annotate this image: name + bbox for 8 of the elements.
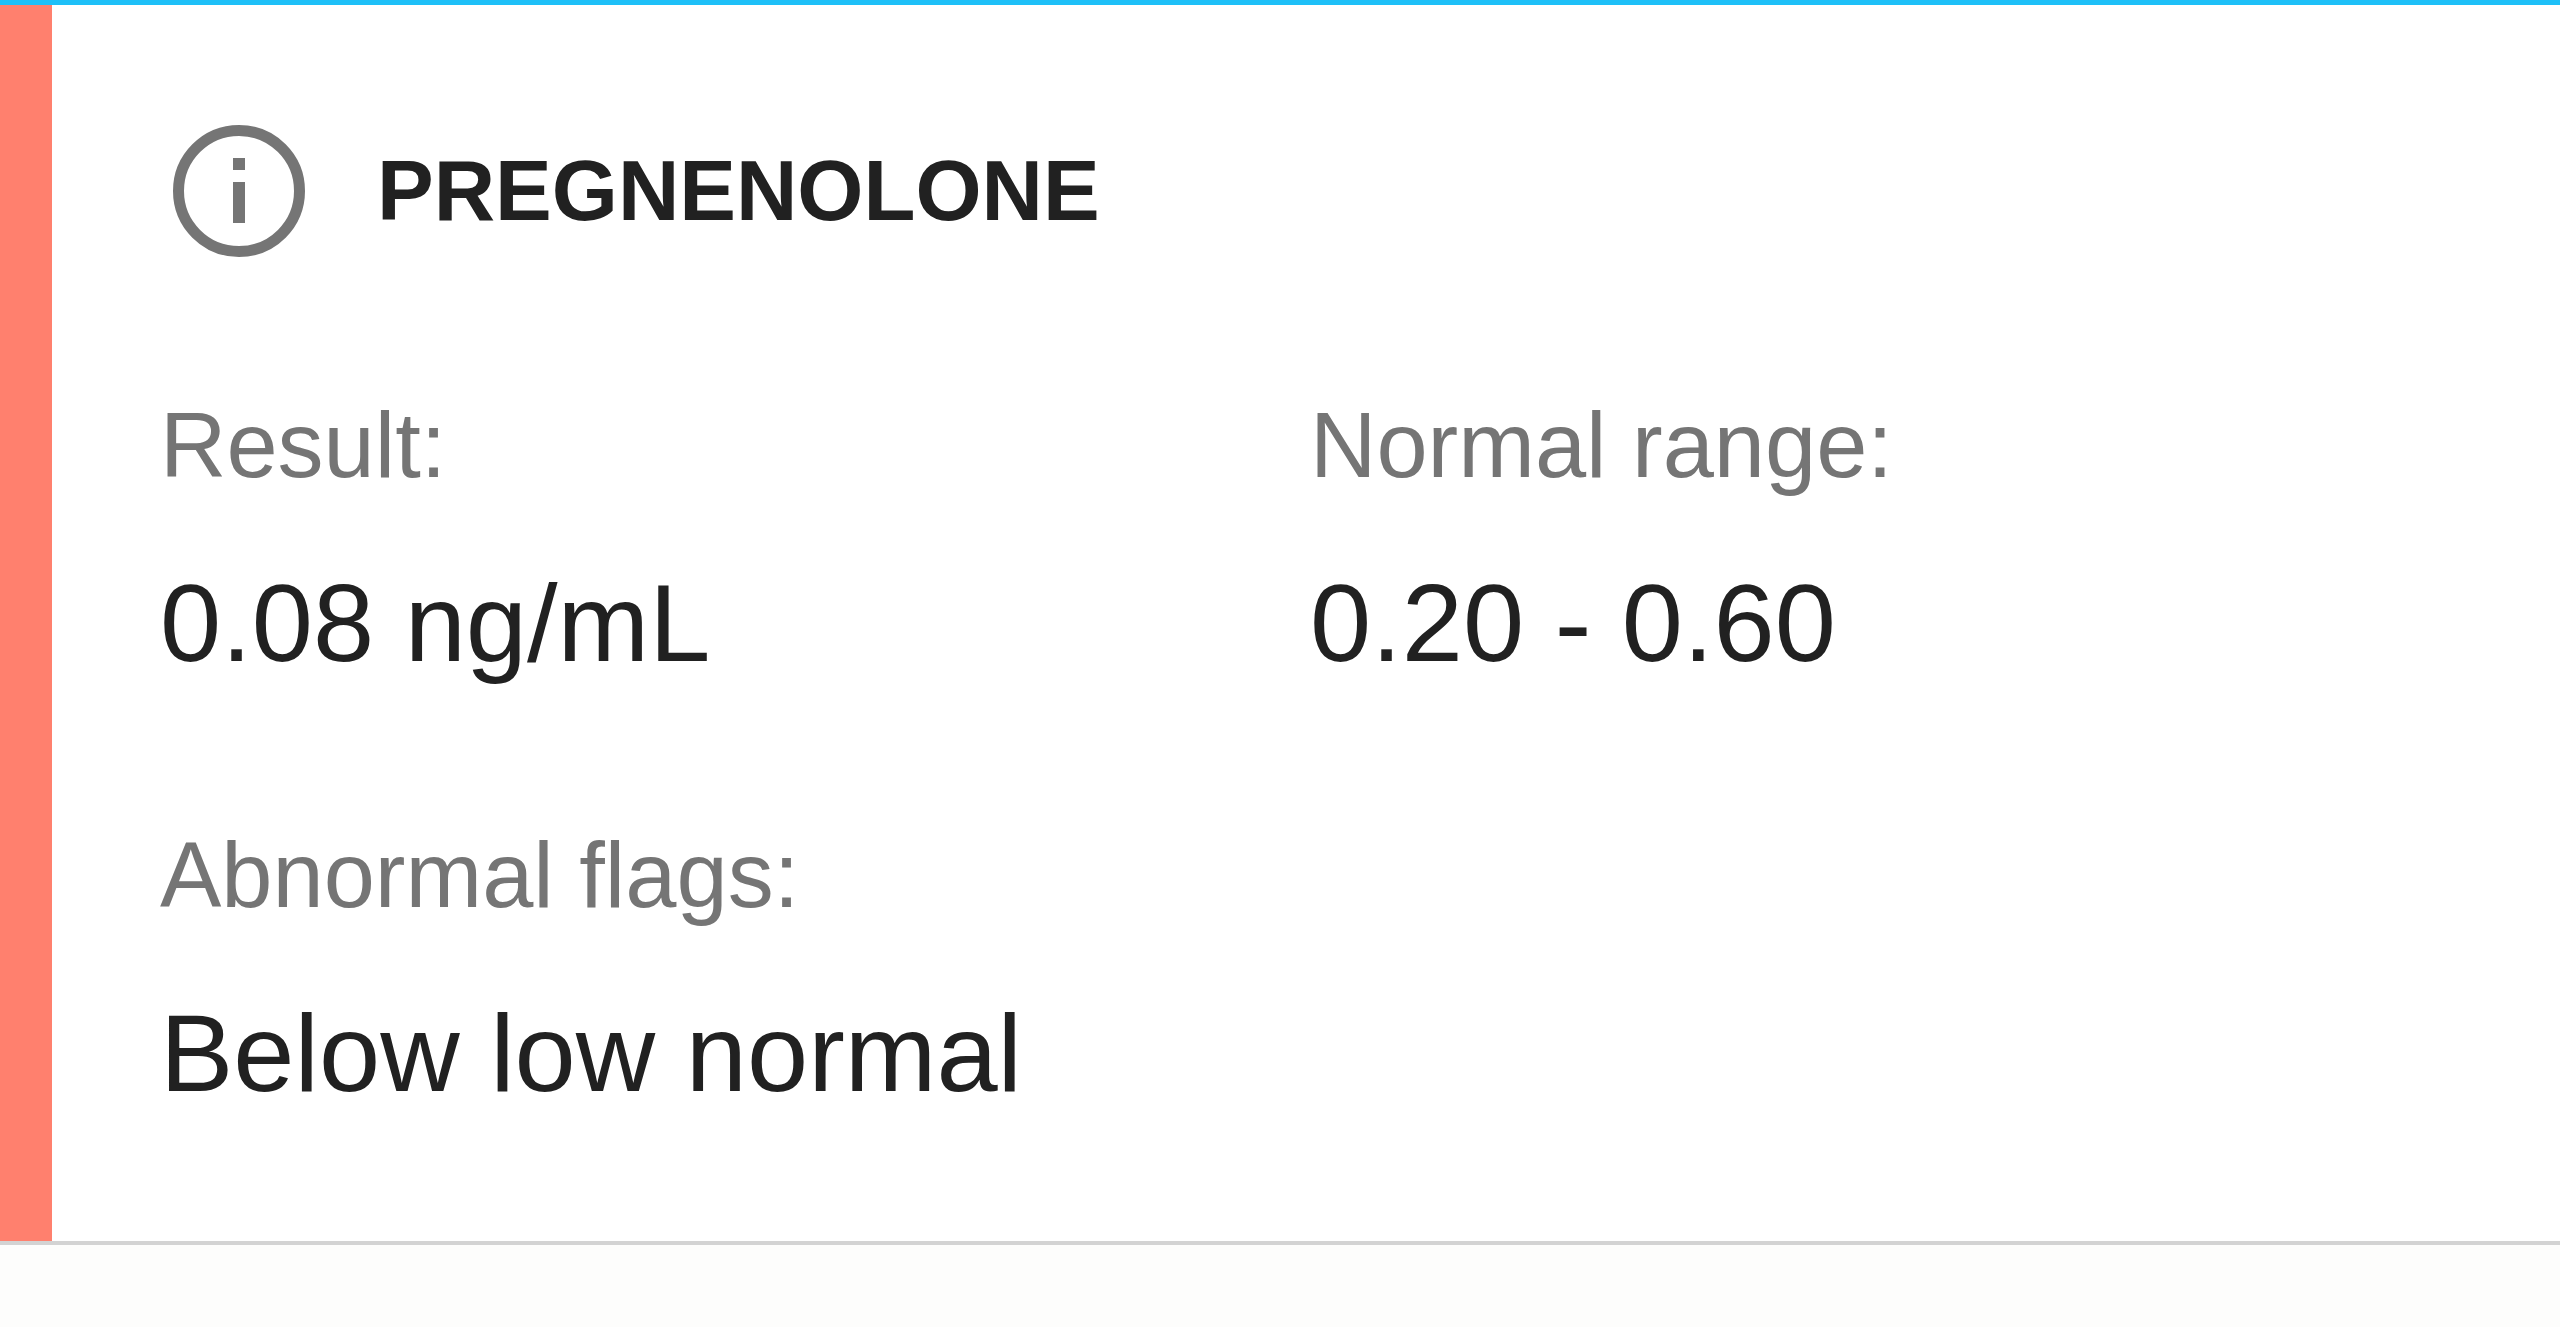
test-name-heading: PREGNENOLONE [377, 142, 1100, 240]
field-label: Abnormal flags: [160, 823, 800, 929]
field-label: Normal range: [1310, 393, 1893, 498]
info-icon [173, 125, 305, 257]
field-value: Below low normal [160, 990, 1022, 1117]
field-value: 0.20 - 0.60 [1310, 559, 1836, 686]
field-label: Result: [160, 393, 447, 498]
field-value: 0.08 ng/mL [160, 559, 711, 686]
